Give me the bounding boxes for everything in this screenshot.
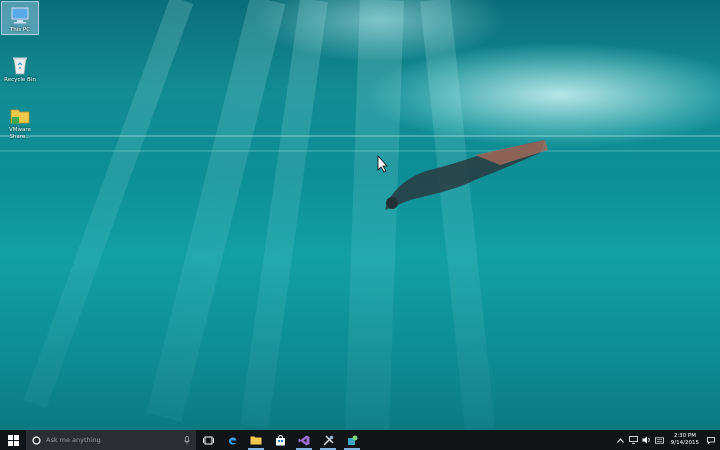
tools-button[interactable]: [316, 430, 340, 450]
volume-icon[interactable]: [642, 436, 651, 445]
mouse-cursor: [377, 155, 388, 173]
store-button[interactable]: [268, 430, 292, 450]
taskbar: Ask me anything 2:30 PM 9/14/2015: [0, 430, 720, 450]
edge-button[interactable]: [220, 430, 244, 450]
clock-date: 9/14/2015: [670, 440, 699, 446]
search-placeholder: Ask me anything: [46, 436, 101, 444]
recycle-bin-icon: [13, 57, 27, 75]
keyboard-icon[interactable]: [654, 436, 664, 445]
desktop-icon-label: Recycle Bin: [4, 77, 36, 83]
app-icon: [347, 435, 357, 445]
show-hidden-icons-chevron-up-icon[interactable]: [616, 436, 625, 445]
desktop-icon-vmware-shared-folders[interactable]: VMware Share...: [2, 102, 38, 141]
this-pc-icon: [11, 7, 29, 24]
vmware-shared-folder-icon: [10, 109, 30, 124]
file-explorer-button[interactable]: [244, 430, 268, 450]
system-tray: 2:30 PM 9/14/2015: [616, 430, 720, 450]
clock-time: 2:30 PM: [673, 433, 696, 439]
diver-silhouette: [385, 140, 548, 210]
store-icon: [275, 434, 285, 445]
task-view-button[interactable]: [196, 430, 220, 450]
action-center-notification-icon[interactable]: [706, 430, 716, 450]
windows-start-icon: [7, 434, 19, 446]
desktop-icon-label: This PC: [9, 27, 31, 33]
desktop-icon-label: VMware Share...: [9, 127, 31, 140]
visual-studio-icon: [298, 435, 310, 445]
tools-icon: [322, 434, 334, 446]
app-button[interactable]: [340, 430, 364, 450]
microphone-icon[interactable]: [184, 435, 190, 445]
cortana-icon: [32, 435, 41, 445]
desktop-icon-this-pc[interactable]: This PC: [1, 1, 39, 35]
desktop-icon-recycle-bin[interactable]: Recycle Bin: [2, 52, 38, 84]
file-explorer-icon: [250, 436, 262, 445]
network-icon[interactable]: [628, 436, 638, 445]
edge-icon: [228, 437, 236, 445]
cortana-search-box[interactable]: Ask me anything: [26, 430, 196, 450]
start-button[interactable]: [0, 430, 26, 450]
task-view-icon: [202, 436, 214, 444]
desktop-wallpaper: [0, 0, 720, 431]
taskbar-clock[interactable]: 2:30 PM 9/14/2015: [668, 433, 702, 447]
visual-studio-button[interactable]: [292, 430, 316, 450]
